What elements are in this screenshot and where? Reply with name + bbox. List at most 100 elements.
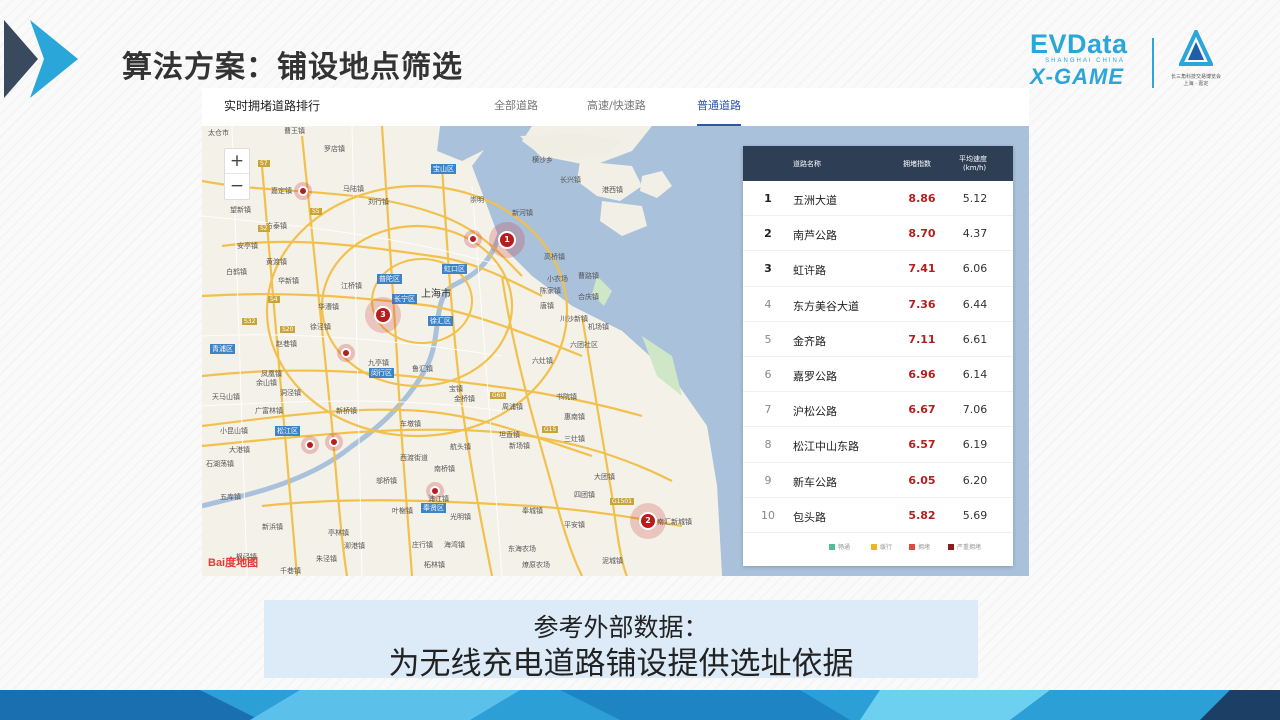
tab-ordinary-roads[interactable]: 普通道路: [697, 97, 741, 113]
map-place-label: 四团镇: [574, 491, 595, 499]
map-place-label: 光明镇: [450, 513, 471, 521]
congestion-marker[interactable]: [337, 344, 355, 362]
tab-all-roads[interactable]: 全部道路: [494, 97, 538, 113]
ranking-row[interactable]: 6 嘉罗公路 6.96 6.14: [743, 357, 1013, 393]
congestion-marker[interactable]: [301, 436, 319, 454]
header-avg-speed: 平均速度: [959, 155, 987, 163]
congestion-marker-2[interactable]: 2: [630, 503, 666, 539]
tab-expressways[interactable]: 高速/快速路: [587, 97, 646, 113]
road-name: 五洲大道: [793, 194, 837, 207]
avg-speed: 5.69: [962, 508, 988, 522]
header-speed-unit: (km/h): [963, 164, 987, 172]
map[interactable]: + − 太仓市 曹王镇 罗店镇 马陆镇 嘉定镇 刘行镇 望新镇 方泰镇 安亭镇 …: [202, 126, 1029, 576]
map-place-label: 五库镇: [220, 493, 241, 501]
road-name: 新车公路: [793, 475, 837, 489]
rank-number: 2: [764, 227, 772, 241]
map-place-label: 泥城镇: [602, 557, 623, 565]
legend-swatch: [829, 544, 835, 550]
congestion-marker[interactable]: [325, 433, 343, 451]
road-number-badge: S32: [242, 318, 258, 325]
ranking-row[interactable]: 8 松江中山东路 6.57 6.19: [743, 427, 1013, 463]
map-place-label: 小农场: [547, 275, 568, 283]
map-place-label: 白鹤镇: [226, 268, 247, 276]
zoom-out-button[interactable]: −: [225, 174, 249, 199]
road-number-badge: G15: [542, 426, 559, 433]
map-place-label: 高桥镇: [544, 253, 565, 261]
congestion-legend: 畅通 缓行 拥堵 严重拥堵: [743, 542, 1013, 554]
congestion-marker[interactable]: [464, 230, 482, 248]
header-congestion-index: 拥堵指数: [903, 160, 931, 168]
marker-number: 2: [645, 516, 651, 525]
map-place-label: 朱泾镇: [316, 555, 337, 563]
district-badge: 闵行区: [369, 368, 394, 378]
ranking-row[interactable]: 7 沪松公路 6.67 7.06: [743, 392, 1013, 428]
road-number-badge: S4: [268, 296, 280, 303]
map-place-label: 太仓市: [208, 129, 229, 137]
ranking-row[interactable]: 9 新车公路 6.05 6.20: [743, 463, 1013, 498]
map-place-label: 周浦镇: [502, 403, 523, 411]
legend-item: 严重拥堵: [948, 542, 981, 551]
rank-number: 4: [764, 297, 772, 311]
ranking-row[interactable]: 2 南芦公路 8.70 4.37: [743, 216, 1013, 252]
evdata-xgame-logo: EVData SHANGHAI CHINA X-GAME: [1030, 30, 1140, 92]
header-road-name: 道路名称: [793, 160, 821, 168]
ranking-row[interactable]: 1 五洲大道 8.86 5.12: [743, 181, 1013, 217]
congestion-marker-3[interactable]: 3: [365, 297, 401, 333]
congestion-index: 8.86: [908, 192, 936, 205]
ranking-row[interactable]: 4 东方美谷大道 7.36 6.44: [743, 287, 1013, 322]
rank-number: 1: [764, 192, 772, 205]
map-place-label: 平安镇: [564, 521, 585, 529]
legend-swatch: [871, 544, 877, 550]
rank-number: 7: [764, 403, 772, 417]
map-place-label: 海湾镇: [444, 541, 465, 549]
map-place-label: 三灶镇: [564, 435, 585, 443]
road-number-badge: S7: [258, 160, 270, 167]
expo-logo: 长三角科技交易博览会 上海 · 嘉定: [1160, 27, 1232, 94]
map-place-label: 金桥镇: [454, 395, 475, 403]
brand-divider: [1152, 38, 1154, 88]
ranking-row[interactable]: 10 包头路 5.82 5.69: [743, 498, 1013, 533]
congestion-index: 7.36: [908, 297, 936, 311]
congestion-index: 6.67: [908, 403, 936, 417]
map-place-label: 千巷镇: [280, 567, 301, 575]
congestion-marker[interactable]: [294, 182, 312, 200]
map-place-label: 华漕镇: [318, 303, 339, 311]
map-place-label: 曹路镇: [578, 272, 599, 280]
map-place-label: 泖港镇: [344, 542, 365, 550]
marker-number: 1: [504, 235, 510, 244]
avg-speed: 5.12: [962, 192, 988, 205]
map-place-label: 车墩镇: [400, 420, 421, 428]
district-badge: 青浦区: [210, 344, 235, 354]
ranking-row[interactable]: 5 金齐路 7.11 6.61: [743, 322, 1013, 357]
map-place-label: 东海农场: [508, 545, 536, 553]
road-name: 金齐路: [793, 334, 826, 348]
panel-title: 实时拥堵道路排行: [224, 99, 321, 113]
map-place-label: 合庆镇: [578, 293, 599, 301]
avg-speed: 6.44: [962, 297, 988, 311]
map-place-label: 赵巷镇: [276, 340, 297, 348]
map-place-label: 江桥镇: [341, 282, 362, 290]
map-place-label: 航头镇: [450, 443, 471, 451]
avg-speed: 7.06: [962, 403, 988, 417]
map-place-label: 华新镇: [278, 277, 299, 285]
expo-caption: 长三角科技交易博览会: [1170, 74, 1221, 80]
road-name: 虹许路: [793, 264, 826, 278]
ranking-row[interactable]: 3 虹许路 7.41 6.06: [743, 251, 1013, 287]
map-place-label: 嘉定镇: [271, 187, 292, 195]
congestion-index: 5.82: [908, 508, 936, 522]
tab-bar: 实时拥堵道路排行 全部道路 高速/快速路 普通道路: [202, 88, 1029, 126]
district-badge: 虹口区: [442, 264, 467, 274]
map-place-label: 横沙乡: [532, 156, 553, 164]
map-place-label: 燎原农场: [522, 561, 550, 569]
zoom-in-button[interactable]: +: [225, 149, 249, 174]
map-place-label: 徐泾镇: [310, 323, 331, 331]
congestion-marker[interactable]: [426, 482, 444, 500]
map-place-label: 大团镇: [594, 473, 615, 481]
map-place-label: 广富林镇: [255, 407, 283, 415]
congestion-marker-1[interactable]: 1: [489, 222, 525, 258]
road-name: 东方美谷大道: [793, 299, 859, 313]
caption-box: 参考外部数据： 为无线充电道路铺设提供选址依据: [264, 600, 978, 682]
avg-speed: 6.20: [962, 473, 988, 487]
avg-speed: 6.06: [962, 262, 988, 276]
map-place-label: 石湖荡镇: [206, 460, 234, 468]
